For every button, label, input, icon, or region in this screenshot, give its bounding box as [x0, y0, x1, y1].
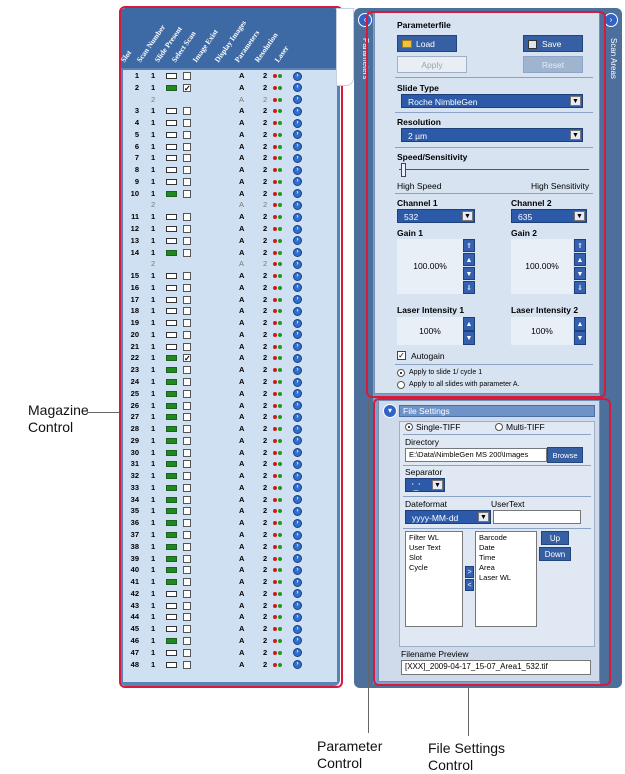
file-settings-callout-line	[468, 686, 469, 736]
collapse-right-icon[interactable]: ›	[604, 13, 618, 27]
magazine-highlight	[119, 6, 343, 688]
tab-scan-areas[interactable]: Scan Areas	[609, 38, 618, 79]
parameter-callout: Parameter Control	[317, 738, 383, 771]
parameter-highlight	[366, 11, 606, 398]
magazine-callout: Magazine Control	[28, 402, 89, 435]
parameter-callout-line	[368, 398, 369, 733]
file-settings-callout: File Settings Control	[428, 740, 506, 773]
magazine-gap	[336, 8, 354, 86]
file-settings-highlight	[373, 398, 611, 686]
